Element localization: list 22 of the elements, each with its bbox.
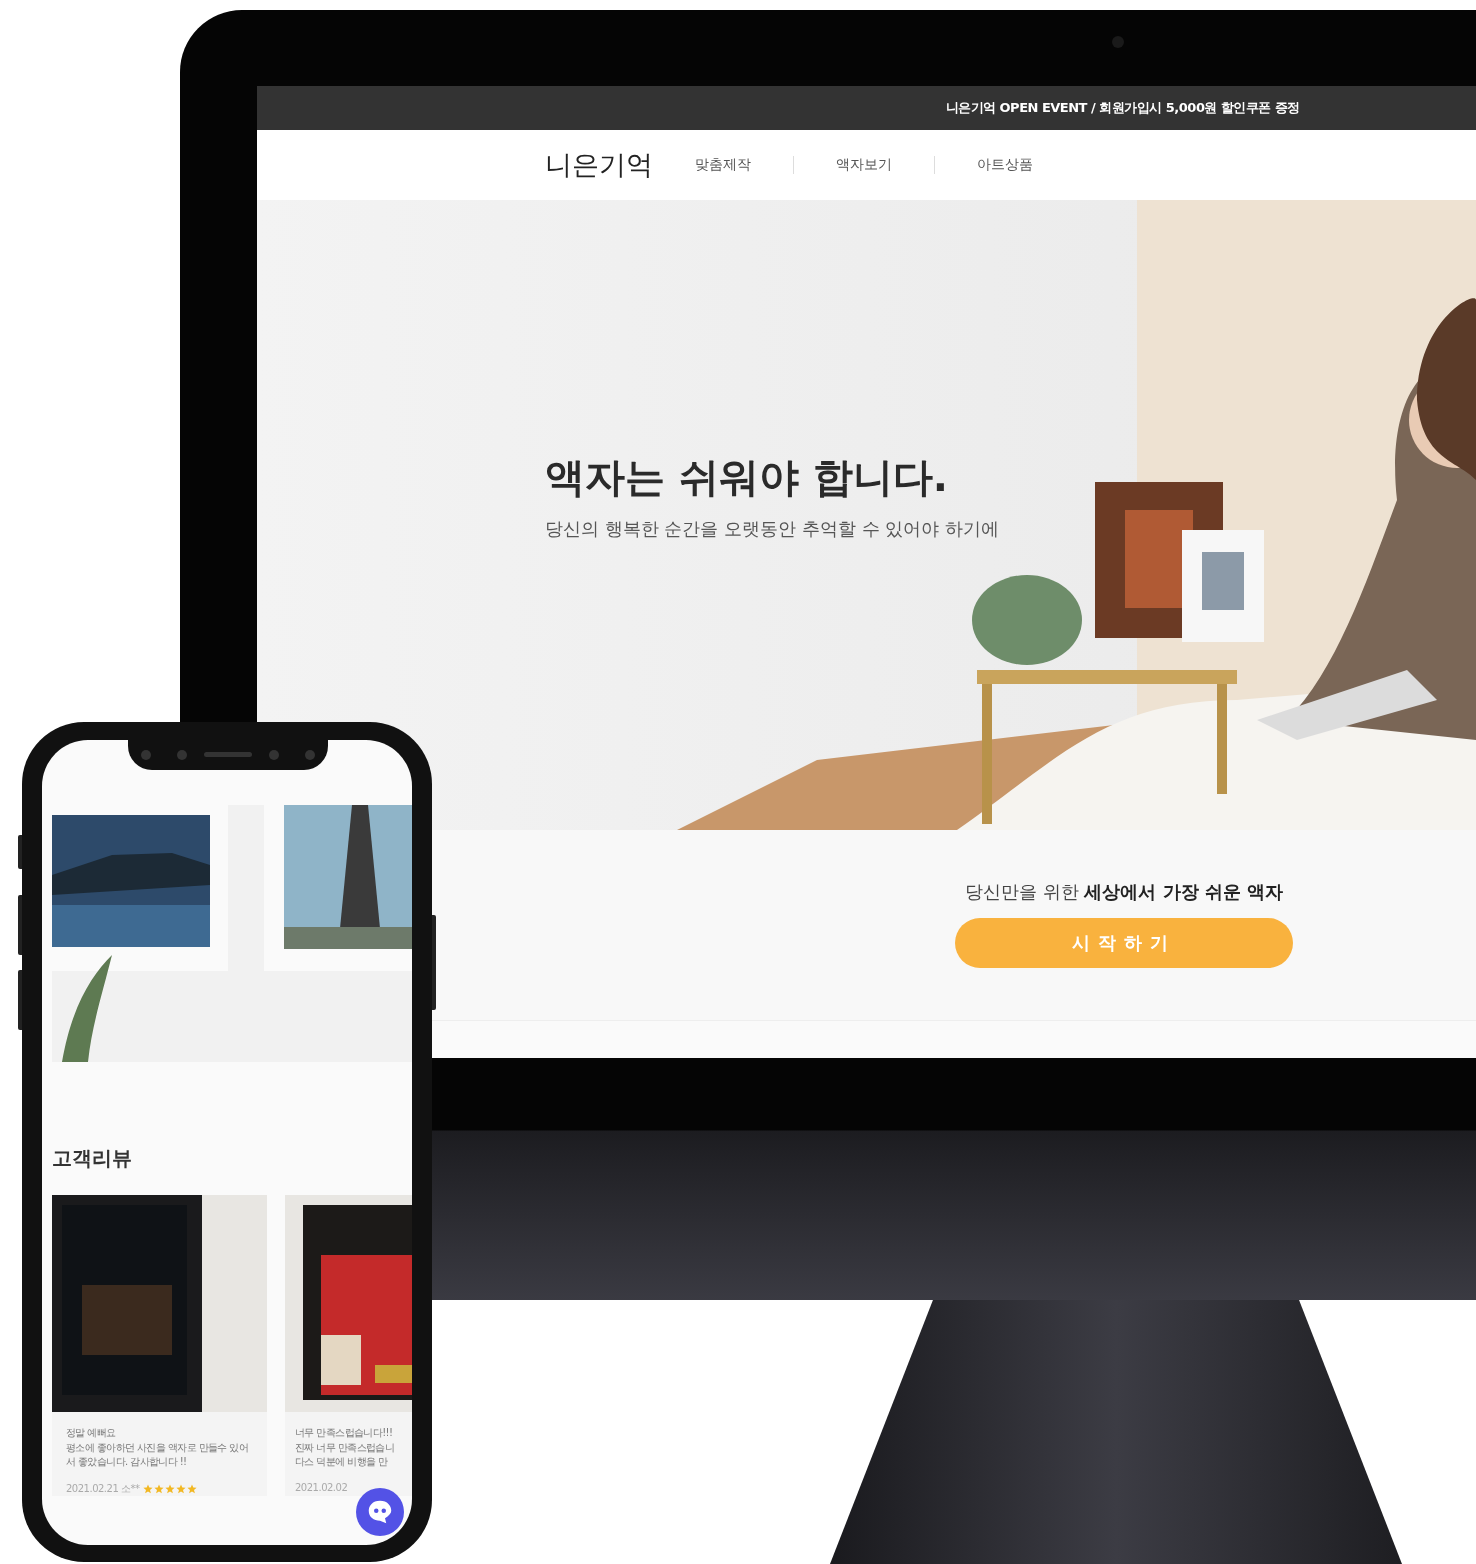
chat-button[interactable]: [356, 1488, 404, 1536]
star-icon: [165, 1483, 176, 1494]
review-card[interactable]: 너무 만족스럽습니다!!! 진짜 너무 만족스럽습니 다스 덕분에 비행을 만 2021.02.02: [285, 1195, 412, 1496]
review-meta: 2021.02.02: [295, 1481, 348, 1493]
tagline: 당신만을 위한 세상에서 가장 쉬운 액자: [964, 880, 1284, 904]
review-text: 진짜 너무 만족스럽습니: [295, 1440, 395, 1455]
review-card[interactable]: 정말 예뻐요 평소에 좋아하던 사진을 액자로 만들수 있어서 좋았습니다. 감사합니다 !! 2021.02.21 소**: [52, 1195, 267, 1496]
review-text: 정말 예뻐요: [66, 1426, 117, 1440]
nav-link[interactable]: 아트상품: [973, 156, 1037, 174]
star-icon: [143, 1483, 154, 1494]
nav-link[interactable]: 액자보기: [832, 156, 896, 174]
logo[interactable]: 니은기억: [545, 147, 653, 183]
review-text: 너무 만족스럽습니다!!!: [295, 1426, 393, 1440]
star-icon: [187, 1483, 198, 1494]
review-text: 평소에 좋아하던 사진을 액자로 만들수 있어서 좋았습니다. 감사합니다 !!: [66, 1440, 250, 1469]
promo-text: 니은기억 OPEN EVENT / 회원가입시 5,000원 할인쿠폰 증정: [945, 99, 1300, 117]
star-icon: [154, 1483, 165, 1494]
review-meta: 2021.02.21 소**: [66, 1481, 140, 1496]
section-title: 고객리뷰: [52, 1145, 132, 1172]
nav-link[interactable]: 맞춤제작: [691, 156, 755, 174]
star-icon: [176, 1483, 187, 1494]
review-text: 다스 덕분에 비행을 만: [295, 1455, 388, 1469]
